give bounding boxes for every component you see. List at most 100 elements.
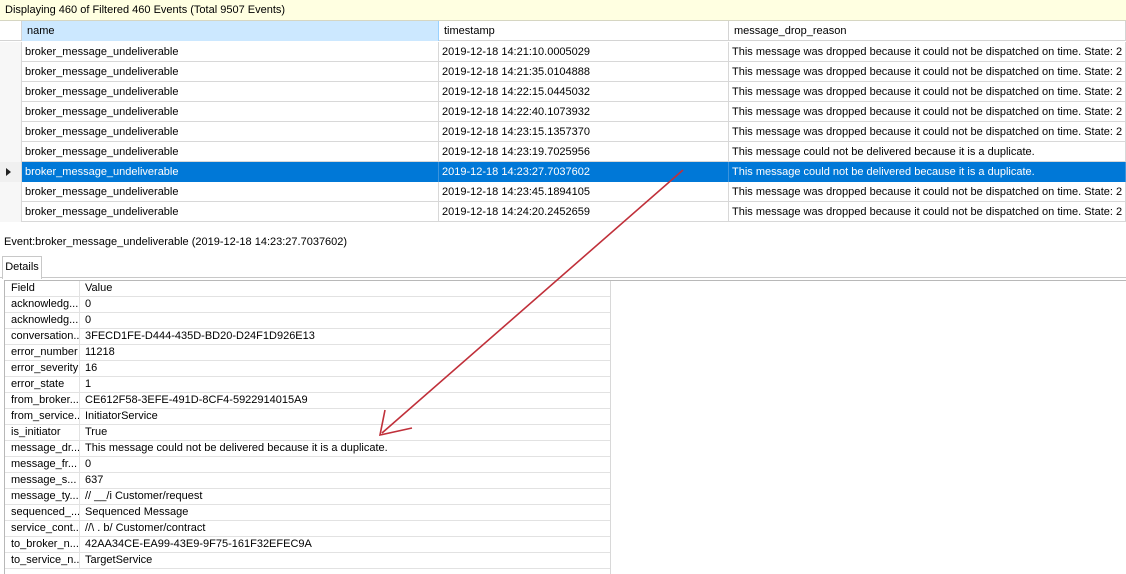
table-row[interactable]: broker_message_undeliverable 2019-12-18 1… (0, 142, 1126, 162)
detail-field: error_state (7, 377, 80, 393)
cell-timestamp: 2019-12-18 14:23:15.1357370 (439, 122, 729, 142)
table-row[interactable]: broker_message_undeliverable 2019-12-18 1… (0, 42, 1126, 62)
table-row[interactable]: broker_message_undeliverable 2019-12-18 1… (0, 202, 1126, 222)
cell-name: broker_message_undeliverable (22, 82, 439, 102)
cell-name: broker_message_undeliverable (22, 182, 439, 202)
row-indicator-icon (6, 168, 11, 176)
cell-timestamp: 2019-12-18 14:21:35.0104888 (439, 62, 729, 82)
detail-value: 42AA34CE-EA99-43E9-9F75-161F32EFEC9A (85, 538, 312, 550)
column-header-name[interactable]: name (22, 21, 439, 41)
cell-message-drop-reason: This message was dropped because it coul… (729, 42, 1126, 62)
cell-name: broker_message_undeliverable (22, 162, 439, 182)
cell-message-drop-reason: This message was dropped because it coul… (729, 182, 1126, 202)
detail-row[interactable]: message_ty... // __/i Customer/request (5, 489, 610, 505)
column-header-timestamp[interactable]: timestamp (439, 21, 729, 41)
row-gutter[interactable] (0, 162, 22, 182)
detail-value: 637 (85, 474, 104, 486)
detail-row[interactable]: is_initiator True (5, 425, 610, 441)
row-gutter[interactable] (0, 122, 22, 142)
details-header: Field Value (5, 281, 610, 297)
details-header-value: Value (85, 282, 113, 294)
detail-value: 0 (85, 314, 92, 326)
table-row[interactable]: broker_message_undeliverable 2019-12-18 1… (0, 82, 1126, 102)
cell-message-drop-reason: This message was dropped because it coul… (729, 82, 1126, 102)
detail-row[interactable]: to_broker_n... 42AA34CE-EA99-43E9-9F75-16… (5, 537, 610, 553)
row-gutter[interactable] (0, 42, 22, 62)
detail-field: from_broker... (7, 393, 80, 409)
detail-field: is_initiator (7, 425, 80, 441)
cell-timestamp: 2019-12-18 14:24:20.2452659 (439, 202, 729, 222)
row-gutter[interactable] (0, 182, 22, 202)
detail-row[interactable]: error_state 1 (5, 377, 610, 393)
detail-row[interactable]: acknowledg... 0 (5, 313, 610, 329)
detail-value: //\ . b/ Customer/contract (85, 522, 206, 534)
cell-timestamp: 2019-12-18 14:22:40.1073932 (439, 102, 729, 122)
detail-row[interactable]: sequenced_... Sequenced Message (5, 505, 610, 521)
table-row[interactable]: broker_message_undeliverable 2019-12-18 1… (0, 162, 1126, 182)
detail-value: 16 (85, 362, 98, 374)
detail-field: service_cont... (7, 521, 80, 537)
detail-row[interactable]: service_cont... //\ . b/ Customer/contrac… (5, 521, 610, 537)
detail-value: TargetService (85, 554, 153, 566)
detail-field: message_s... (7, 473, 80, 489)
detail-row[interactable]: error_number 11218 (5, 345, 610, 361)
cell-message-drop-reason: This message could not be delivered beca… (729, 142, 1126, 162)
cell-timestamp: 2019-12-18 14:23:27.7037602 (439, 162, 729, 182)
details-divider (610, 281, 611, 574)
detail-value: This message could not be delivered beca… (85, 442, 388, 454)
tab-details[interactable]: Details (2, 256, 42, 279)
grid-header: name timestamp message_drop_reason (0, 21, 1126, 41)
cell-message-drop-reason: This message was dropped because it coul… (729, 102, 1126, 122)
cell-message-drop-reason: This message was dropped because it coul… (729, 202, 1126, 222)
table-row[interactable]: broker_message_undeliverable 2019-12-18 1… (0, 102, 1126, 122)
detail-field: message_dr... (7, 441, 80, 457)
detail-field: message_fr... (7, 457, 80, 473)
detail-field: from_service... (7, 409, 80, 425)
cell-timestamp: 2019-12-18 14:23:19.7025956 (439, 142, 729, 162)
detail-field: to_broker_n... (7, 537, 80, 553)
detail-row[interactable]: acknowledg... 0 (5, 297, 610, 313)
detail-row[interactable]: message_dr... This message could not be d… (5, 441, 610, 457)
row-gutter[interactable] (0, 102, 22, 122)
detail-value: // __/i Customer/request (85, 490, 203, 502)
detail-value: 11218 (85, 346, 115, 358)
detail-field: acknowledg... (7, 313, 80, 329)
detail-row[interactable]: message_s... 637 (5, 473, 610, 489)
events-grid[interactable]: name timestamp message_drop_reason broke… (0, 21, 1126, 228)
detail-row[interactable]: error_severity 16 (5, 361, 610, 377)
details-panel[interactable]: Field Value acknowledg... 0 acknowledg... 0… (4, 280, 1126, 574)
detail-row[interactable]: from_service... InitiatorService (5, 409, 610, 425)
row-gutter[interactable] (0, 62, 22, 82)
details-header-field: Field (7, 281, 80, 297)
column-header-message-drop-reason[interactable]: message_drop_reason (729, 21, 1126, 41)
detail-field: message_ty... (7, 489, 80, 505)
row-gutter[interactable] (0, 142, 22, 162)
detail-row[interactable]: message_fr... 0 (5, 457, 610, 473)
detail-row[interactable]: from_broker... CE612F58-3EFE-491D-8CF4-59… (5, 393, 610, 409)
detail-row[interactable]: conversation... 3FECD1FE-D444-435D-BD20-D… (5, 329, 610, 345)
table-row[interactable]: broker_message_undeliverable 2019-12-18 1… (0, 62, 1126, 82)
table-row[interactable]: broker_message_undeliverable 2019-12-18 1… (0, 122, 1126, 142)
detail-field: conversation... (7, 329, 80, 345)
cell-message-drop-reason: This message could not be delivered beca… (729, 162, 1126, 182)
detail-value: CE612F58-3EFE-491D-8CF4-5922914015A9 (85, 394, 308, 406)
cell-name: broker_message_undeliverable (22, 42, 439, 62)
event-title: Event:broker_message_undeliverable (2019… (4, 236, 348, 248)
row-gutter[interactable] (0, 82, 22, 102)
detail-row[interactable]: to_service_n... TargetService (5, 553, 610, 569)
detail-field: sequenced_... (7, 505, 80, 521)
detail-field: error_number (7, 345, 80, 361)
detail-field: to_service_n... (7, 553, 80, 569)
detail-value: 1 (85, 378, 92, 390)
cell-message-drop-reason: This message was dropped because it coul… (729, 62, 1126, 82)
detail-field: acknowledg... (7, 297, 80, 313)
cell-name: broker_message_undeliverable (22, 202, 439, 222)
cell-timestamp: 2019-12-18 14:23:45.1894105 (439, 182, 729, 202)
detail-value: InitiatorService (85, 410, 158, 422)
row-gutter[interactable] (0, 202, 22, 222)
detail-value: True (85, 426, 108, 438)
table-row[interactable]: broker_message_undeliverable 2019-12-18 1… (0, 182, 1126, 202)
cell-name: broker_message_undeliverable (22, 142, 439, 162)
header-gutter (0, 21, 22, 41)
cell-message-drop-reason: This message was dropped because it coul… (729, 122, 1126, 142)
